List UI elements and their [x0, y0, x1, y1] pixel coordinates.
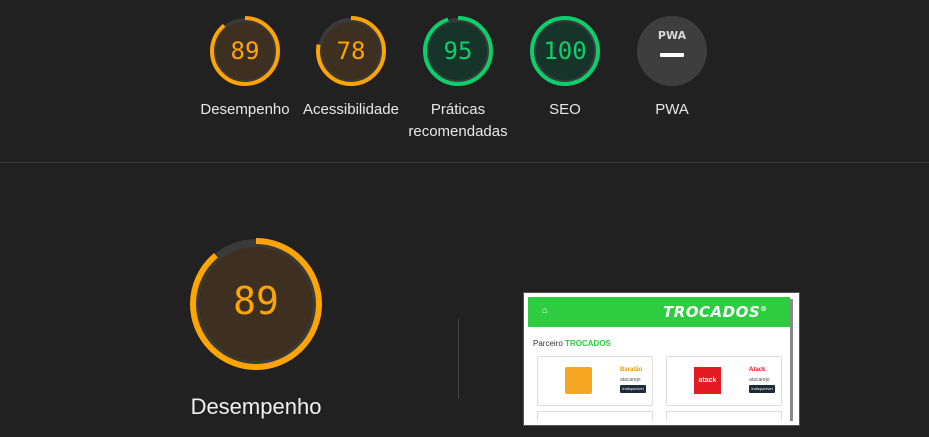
pwa-badge-text: PWA [658, 29, 687, 42]
screenshot-viewport: ⌂ TROCADOS® Parceiro TROCADOS Baratão at… [528, 297, 795, 421]
performance-main-gauge: 89 [186, 234, 326, 379]
gauge-accessibility-label: Acessibilidade [303, 101, 399, 118]
screenshot-brand-logo: TROCADOS® [663, 303, 768, 321]
screenshot-header-bar: ⌂ TROCADOS® [528, 297, 790, 327]
gauge-seo-score: 100 [543, 37, 586, 65]
screenshot-store-card-partial [666, 411, 782, 421]
gauge-pwa-badge: PWA [637, 16, 707, 86]
performance-section: 89 Desempenho ⌂ TROCADOS® Parceiro TROCA… [0, 164, 929, 437]
screenshot-scrollbar [790, 299, 793, 421]
store-logo-atack: atack [694, 367, 721, 394]
performance-main-label: Desempenho [190, 394, 322, 419]
store-button: Indisponível [620, 385, 646, 393]
store-name: Atack [749, 367, 766, 373]
store-type: atacarejo [749, 377, 770, 383]
gauge-best-practices-ring: 95 [423, 16, 493, 86]
screenshot-partner-heading: Parceiro TROCADOS [533, 339, 611, 348]
gauge-seo-label: SEO [549, 101, 581, 118]
gauge-pwa-label: PWA [655, 101, 689, 118]
store-name: Baratão [620, 367, 643, 373]
store-type: atacarejo [620, 377, 641, 383]
gauge-performance-score: 89 [231, 37, 260, 65]
screenshot-store-card-partial [537, 411, 653, 421]
screenshot-store-card: Baratão atacarejo Indisponível [537, 356, 653, 406]
store-logo-baratao [565, 367, 592, 394]
gauge-accessibility-ring: 78 [316, 16, 386, 86]
pwa-dash-icon [660, 53, 684, 57]
home-icon: ⌂ [542, 305, 548, 315]
category-scores-row: 89 Desempenho 78 Acessibilidade 95 Práti… [0, 0, 929, 163]
gauge-best-practices-label: Práticas recomendadas [408, 101, 508, 140]
performance-main-score: 89 [233, 279, 279, 323]
gauge-best-practices-score: 95 [444, 37, 473, 65]
performance-main-ring: 89 [190, 238, 322, 370]
screenshot-store-card: atack Atack atacarejo Indisponível [666, 356, 782, 406]
gauge-seo-ring: 100 [530, 16, 600, 86]
section-divider [458, 319, 459, 399]
gauge-best-practices[interactable]: 95 Práticas recomendadas [403, 15, 513, 143]
gauge-performance-ring: 89 [210, 16, 280, 86]
gauge-seo[interactable]: 100 SEO [510, 15, 620, 121]
gauge-accessibility[interactable]: 78 Acessibilidade [296, 15, 406, 121]
gauge-performance[interactable]: 89 Desempenho [190, 15, 300, 121]
gauge-accessibility-score: 78 [337, 37, 366, 65]
final-screenshot-thumbnail[interactable]: ⌂ TROCADOS® Parceiro TROCADOS Baratão at… [523, 292, 800, 426]
store-button: Indisponível [749, 385, 775, 393]
gauge-performance-label: Desempenho [200, 101, 290, 118]
gauge-pwa[interactable]: PWA PWA [617, 15, 727, 121]
